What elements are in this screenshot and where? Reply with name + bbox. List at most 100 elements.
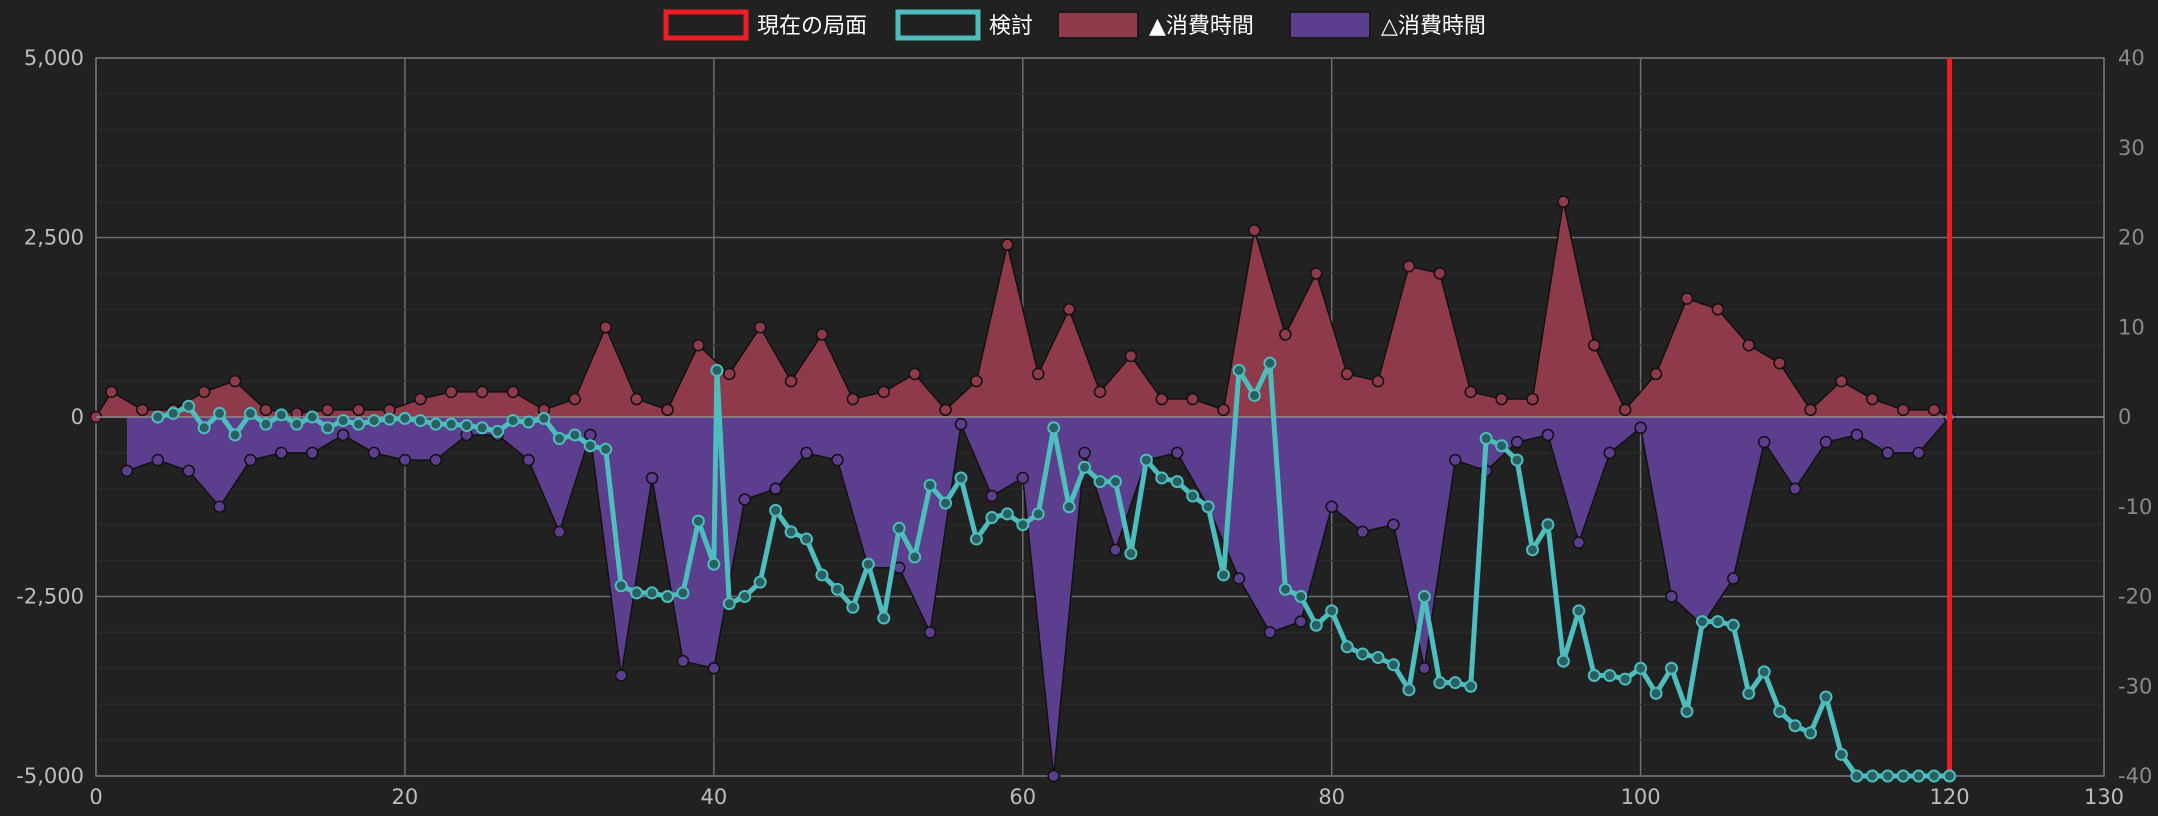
eval-point-66[interactable] [1155,471,1169,485]
gote-time-point-22[interactable] [800,446,813,460]
eval-point-24[interactable] [521,415,535,429]
gote-time-point-56[interactable] [1850,428,1864,442]
sente-time-point-16[interactable] [568,392,582,406]
sente-time-point-31[interactable] [1031,367,1045,381]
eval-point-34[interactable] [676,586,690,600]
eval-point-15[interactable] [382,412,396,426]
eval-point-47[interactable] [861,557,875,571]
eval-point-21[interactable] [475,421,489,435]
sente-time-point-2[interactable] [136,403,149,417]
sente-time-point-37[interactable] [1217,403,1230,417]
sente-time-point-43[interactable] [1402,259,1416,273]
eval-point-85[interactable] [1448,676,1462,690]
eval-point-62[interactable] [1093,475,1107,489]
eval-point-4[interactable] [213,406,227,420]
sente-time-point-41[interactable] [1340,367,1354,381]
gote-time-point-21[interactable] [769,482,782,496]
eval-point-72[interactable] [1247,388,1261,402]
eval-point-7[interactable] [259,417,273,431]
sente-time-point-38[interactable] [1248,224,1261,237]
eval-point-36[interactable] [707,557,721,571]
eval-point-100[interactable] [1680,704,1694,718]
sente-time-point-25[interactable] [846,392,860,406]
eval-point-9[interactable] [290,417,304,431]
sente-time-point-27[interactable] [908,367,921,381]
gote-time-point-4[interactable] [244,453,257,467]
sente-time-point-22[interactable] [753,321,767,334]
eval-point-30[interactable] [614,579,628,593]
sente-time-point-44[interactable] [1433,267,1447,280]
sente-time-point-40[interactable] [1309,267,1323,280]
gote-time-point-32[interactable] [1109,543,1122,557]
eval-point-76[interactable] [1309,618,1323,632]
eval-point-94[interactable] [1587,668,1601,682]
eval-point-113[interactable] [1881,769,1895,783]
eval-point-110[interactable] [1834,747,1848,761]
eval-point-83[interactable] [1417,590,1431,603]
eval-point-103[interactable] [1726,618,1740,632]
gote-time-point-15[interactable] [584,428,597,442]
eval-point-23[interactable] [506,414,520,428]
eval-point-51[interactable] [923,478,937,492]
eval-point-106[interactable] [1773,704,1787,718]
eval-point-97[interactable] [1634,661,1648,675]
gote-time-point-38[interactable] [1294,615,1308,628]
gote-time-point-23[interactable] [831,453,844,467]
eval-point-6[interactable] [243,406,257,420]
gote-time-point-7[interactable] [336,428,350,442]
eval-point-57[interactable] [1016,518,1030,532]
eval-point-111[interactable] [1850,769,1864,783]
gote-time-point-55[interactable] [1819,435,1833,449]
gote-time-point-19[interactable] [707,662,721,675]
eval-point-114[interactable] [1896,769,1910,783]
eval-point-48[interactable] [877,611,891,625]
gote-time-point-34[interactable] [1170,446,1184,460]
sente-time-point-36[interactable] [1186,392,1199,406]
eval-point-89[interactable] [1510,453,1524,467]
eval-point-16[interactable] [398,411,412,425]
eval-point-12[interactable] [336,414,350,428]
sente-time-point-30[interactable] [1001,238,1014,251]
eval-point-92[interactable] [1556,654,1570,668]
eval-point-102[interactable] [1711,615,1725,629]
sente-time-point-23[interactable] [784,374,798,388]
gote-time-point-6[interactable] [305,446,319,460]
eval-point-28[interactable] [583,439,597,453]
eval-point-67[interactable] [1170,475,1184,489]
eval-point-109[interactable] [1819,690,1833,704]
eval-point-5[interactable] [228,428,242,442]
sente-time-point-49[interactable] [1588,338,1601,352]
eval-point-53[interactable] [954,471,968,485]
eval-point-22[interactable] [491,424,505,438]
eval-point-77[interactable] [1325,604,1339,618]
legend-item-gote-time[interactable]: △消費時間 [1289,11,1486,39]
eval-point-116[interactable] [1927,769,1941,783]
sente-time-point-57[interactable] [1835,374,1848,388]
gote-time-point-52[interactable] [1727,572,1740,585]
gote-time-point-1[interactable] [151,453,165,467]
gote-time-point-39[interactable] [1325,500,1338,513]
eval-point-25[interactable] [537,411,551,425]
eval-point-49[interactable] [892,521,906,535]
gote-time-point-16[interactable] [614,669,628,682]
eval-point-60[interactable] [1062,500,1076,514]
eval-point-40[interactable] [753,575,767,589]
eval-point-64[interactable] [1124,546,1138,560]
gote-time-point-3[interactable] [213,500,226,513]
sente-time-point-4[interactable] [197,385,211,399]
eval-point-1[interactable] [166,406,180,420]
sente-time-point-19[interactable] [661,403,674,417]
eval-point-107[interactable] [1788,719,1802,733]
gote-time-point-5[interactable] [275,446,288,460]
eval-point-18[interactable] [429,417,443,431]
eval-point-35[interactable] [691,514,705,528]
gote-time-point-46[interactable] [1541,428,1555,442]
sente-time-point-47[interactable] [1526,392,1539,406]
eval-point-31[interactable] [630,586,644,600]
eval-point-108[interactable] [1804,726,1818,740]
gote-time-point-37[interactable] [1263,626,1277,639]
eval-point-56[interactable] [1000,507,1014,521]
sente-time-point-9[interactable] [352,403,365,417]
eval-point-93[interactable] [1572,604,1586,618]
gote-time-point-53[interactable] [1757,435,1771,449]
